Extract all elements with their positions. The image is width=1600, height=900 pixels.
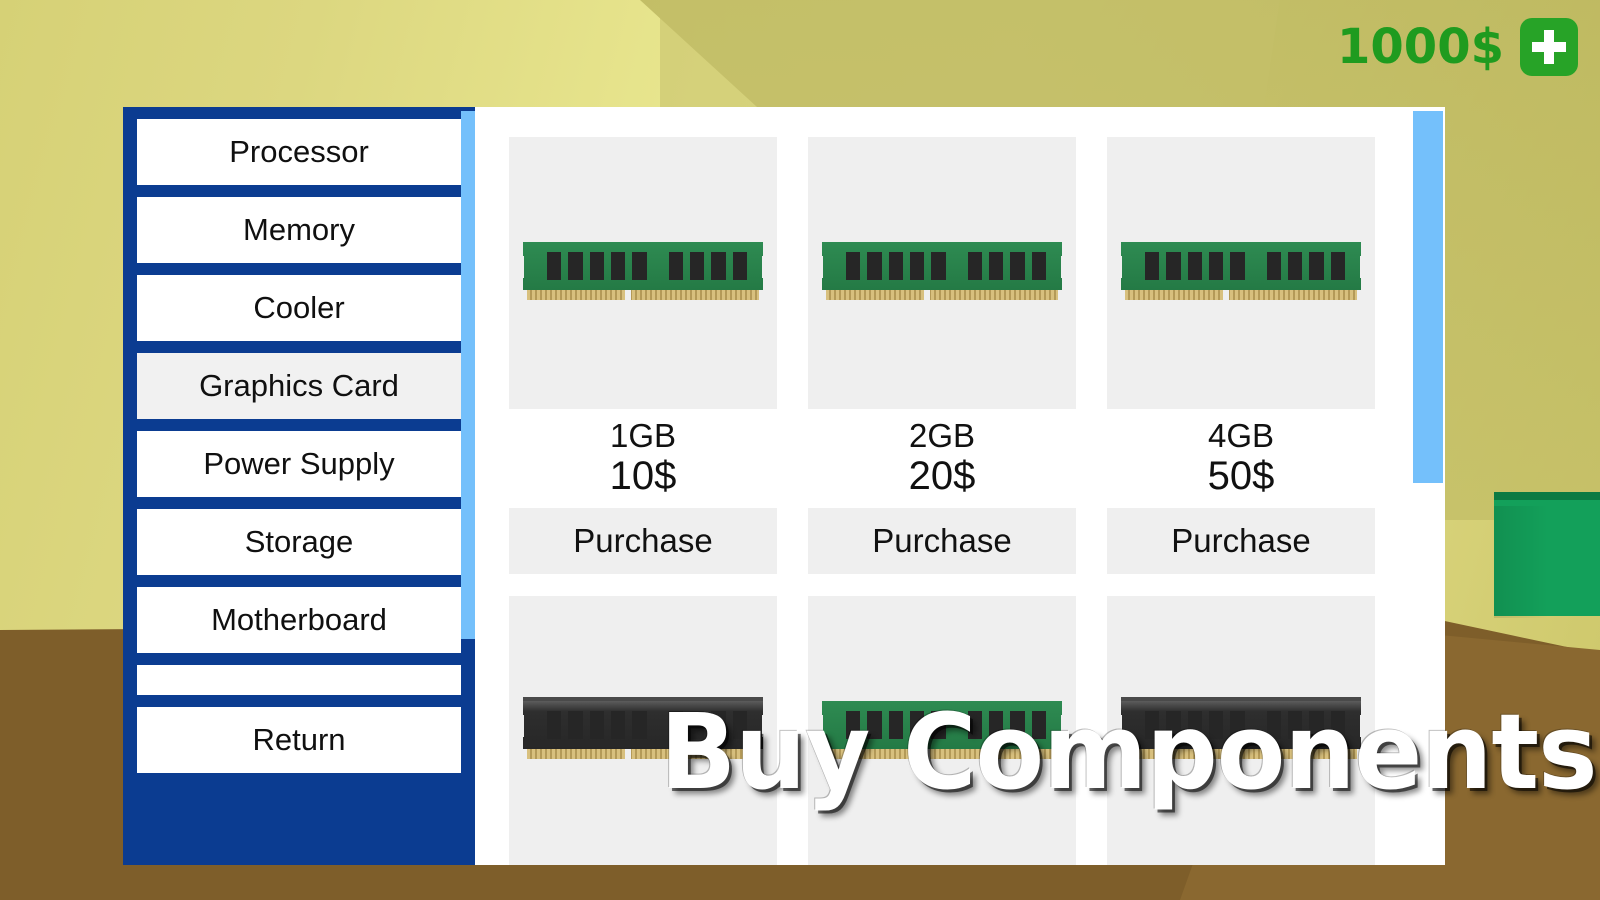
sidebar-item-label: Graphics Card	[199, 368, 399, 403]
sidebar-item-motherboard[interactable]: Motherboard	[137, 587, 461, 653]
sidebar-item-label: Memory	[243, 212, 355, 247]
product-card: 4GB 50$ Purchase	[1107, 137, 1375, 575]
plus-icon[interactable]	[1520, 18, 1578, 76]
money-hud: 1000$	[1337, 18, 1578, 76]
sidebar-item-cooler[interactable]: Cooler	[137, 275, 461, 341]
product-image	[1107, 137, 1375, 409]
product-image	[808, 596, 1076, 865]
catalog-scrollbar-thumb[interactable]	[1413, 111, 1443, 483]
sidebar-item-memory[interactable]: Memory	[137, 197, 461, 263]
sidebar-item-storage[interactable]: Storage	[137, 509, 461, 575]
ram-module-green-icon	[816, 242, 1068, 304]
ram-module-black-icon	[517, 697, 769, 763]
green-crate-shading	[1494, 506, 1600, 618]
product-price: 20$	[908, 454, 976, 499]
product-card: 1GB 10$ Purchase	[509, 137, 777, 575]
product-name: 2GB	[908, 417, 976, 454]
purchase-button[interactable]: Purchase	[509, 508, 777, 575]
product-name: 1GB	[609, 417, 677, 454]
purchase-button[interactable]: Purchase	[1107, 508, 1375, 575]
product-price: 10$	[609, 454, 677, 499]
product-image	[1107, 596, 1375, 865]
sidebar-item-label: Return	[252, 722, 346, 757]
ram-module-green-icon	[1115, 242, 1367, 304]
sidebar-item-processor[interactable]: Processor	[137, 119, 461, 185]
product-name: 4GB	[1207, 417, 1275, 454]
sidebar-item-label: Power Supply	[203, 446, 395, 481]
product-image	[509, 137, 777, 409]
ram-module-black-icon	[1115, 697, 1367, 763]
purchase-button[interactable]: Purchase	[808, 508, 1076, 575]
product-price: 50$	[1207, 454, 1275, 499]
product-card	[808, 596, 1076, 865]
product-card: 2GB 20$ Purchase	[808, 137, 1076, 575]
product-card	[1107, 596, 1375, 865]
sidebar-item-power-supply[interactable]: Power Supply	[137, 431, 461, 497]
product-catalog: 1GB 10$ Purchase 2GB 20$ Purchase 4GB 50$ Purcha…	[475, 107, 1445, 865]
shop-window: Processor Memory Cooler Graphics Card Power …	[123, 107, 1445, 865]
sidebar-item-blank[interactable]	[137, 665, 461, 695]
ram-module-green-icon	[816, 701, 1068, 763]
sidebar-item-label: Cooler	[253, 290, 345, 325]
product-card	[509, 596, 777, 865]
sidebar-item-label: Storage	[244, 524, 354, 559]
sidebar-item-label: Processor	[229, 134, 369, 169]
category-menu: Processor Memory Cooler Graphics Card Power …	[123, 107, 475, 865]
sidebar-item-return[interactable]: Return	[137, 707, 461, 773]
game-scene: 1000$ Processor Memory Cooler Graphics Card…	[0, 0, 1600, 900]
money-amount: 1000$	[1337, 19, 1504, 75]
ram-module-green-icon	[517, 242, 769, 304]
product-grid: 1GB 10$ Purchase 2GB 20$ Purchase 4GB 50$ Purcha…	[509, 137, 1409, 865]
product-image	[509, 596, 777, 865]
sidebar-item-graphics-card[interactable]: Graphics Card	[137, 353, 461, 419]
sidebar-item-label: Motherboard	[211, 602, 387, 637]
product-image	[808, 137, 1076, 409]
